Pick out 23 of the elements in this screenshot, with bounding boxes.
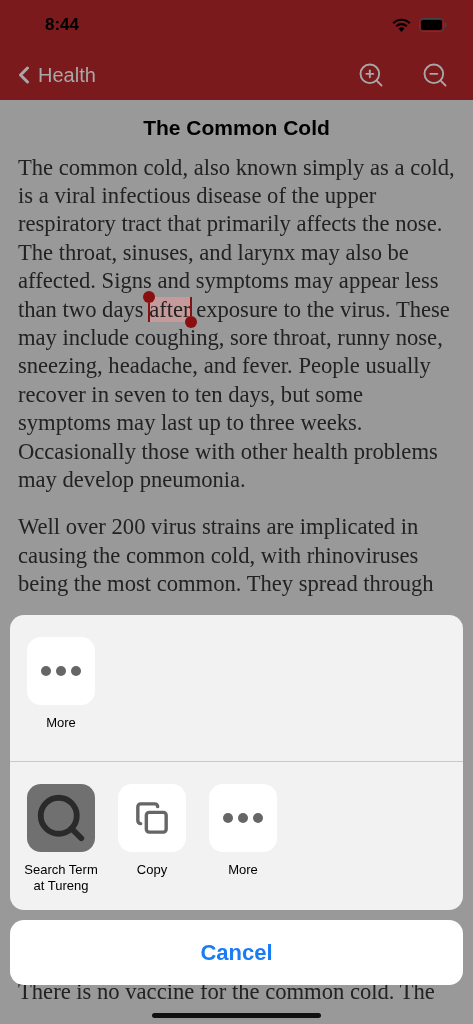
more-action-tile[interactable] xyxy=(209,784,277,852)
copy-action-tile[interactable] xyxy=(118,784,186,852)
zoom-out-button[interactable] xyxy=(421,61,449,89)
cancel-button[interactable]: Cancel xyxy=(10,920,463,985)
back-button[interactable]: Health xyxy=(14,60,96,90)
documents-icon xyxy=(135,801,169,835)
zoom-in-button[interactable] xyxy=(357,61,385,89)
zoom-in-icon xyxy=(357,61,385,89)
ellipsis-icon xyxy=(41,666,81,676)
search-action-tile[interactable] xyxy=(27,784,95,852)
action-label: More xyxy=(228,862,258,878)
status-time: 8:44 xyxy=(45,14,80,37)
ellipsis-icon xyxy=(223,813,263,823)
battery-icon xyxy=(419,18,447,32)
action-label: Search Term at Tureng xyxy=(23,862,99,894)
action-label: More xyxy=(46,715,76,731)
zoom-out-icon xyxy=(421,61,449,89)
article-title: The Common Cold xyxy=(142,115,331,141)
article-paragraph: Well over 200 virus strains are implicated in causing the common cold, with rhinoviruses being the most common. They spread through xyxy=(18,513,435,599)
article-paragraph: The common cold, also known simply as a cold, is a viral infectious disease of the upper respiratory tract that primarily affects the nose. The throat, sinuses, and larynx may also be affected. Signs and symptoms may appear less than two days after exposure to the virus. These may include coughing, sore throat, runny nose, sneezing, headache, and fever. People usually recover in seven to ten days, but some symptoms may last up to three weeks. Occasionally those with other health problems may develop pneumonia. xyxy=(18,153,455,494)
action-label: Copy xyxy=(136,862,168,878)
wifi-icon xyxy=(392,18,411,32)
more-action-tile[interactable] xyxy=(27,637,95,705)
